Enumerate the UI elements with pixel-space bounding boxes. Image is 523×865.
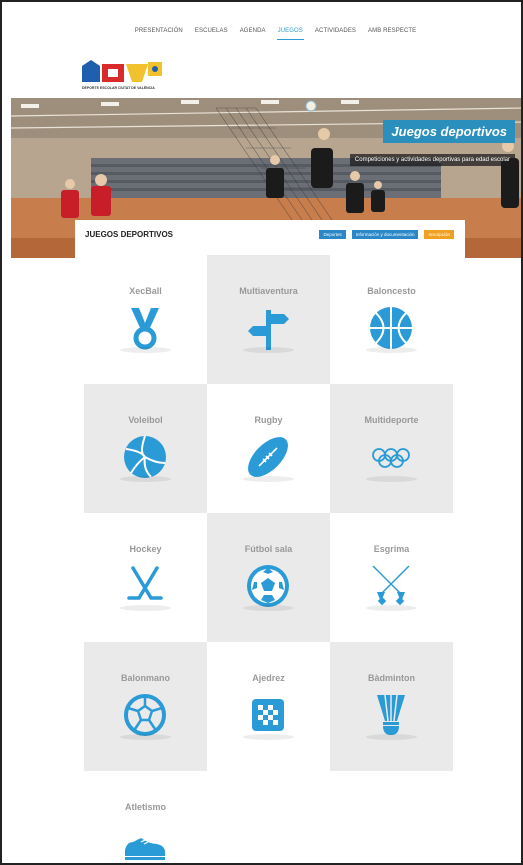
sport-label: XecBall: [129, 286, 162, 296]
sport-tile-futbol-sala[interactable]: Fútbol sala: [207, 513, 330, 642]
sport-tile-balonmano[interactable]: Balonmano: [84, 642, 207, 771]
sport-tile-esgrima[interactable]: Esgrima: [330, 513, 453, 642]
chess-board-icon: [252, 699, 284, 731]
sport-tile-hockey[interactable]: Hockey: [84, 513, 207, 642]
volleyball-icon: [124, 435, 166, 478]
hockey-sticks-icon: [127, 566, 163, 600]
logo-graphic: [82, 60, 162, 82]
nav-item-presentacion[interactable]: PRESENTACIÓN: [134, 28, 184, 40]
icon-shadow: [366, 347, 417, 353]
sport-label: Rugby: [254, 415, 283, 425]
basketball-icon: [370, 307, 412, 349]
sports-panel: JUEGOS DEPORTIVOS Deportes Información y…: [75, 220, 465, 863]
rugby-ball-icon: [248, 437, 288, 477]
sport-label: Esgrima: [373, 544, 410, 554]
handball-icon: [124, 694, 166, 736]
olympic-rings-icon: [372, 448, 410, 468]
sport-tile-xecball[interactable]: XecBall: [84, 255, 207, 384]
icon-shadow: [243, 734, 294, 740]
fencing-icon: [372, 565, 410, 606]
nav-item-actividades[interactable]: ACTIVIDADES: [314, 28, 357, 40]
sport-label: Atletismo: [124, 802, 166, 812]
section-title: JUEGOS DEPORTIVOS: [85, 230, 174, 239]
deportes-button[interactable]: Deportes: [319, 230, 346, 239]
soccer-ball-icon: [247, 565, 289, 607]
sport-tile-baloncesto[interactable]: Baloncesto: [330, 255, 453, 384]
sport-tile-voleibol[interactable]: Voleibol: [84, 384, 207, 513]
site-logo[interactable]: DEPORTE ESCOLAR CIUTAT DE VALÈNCIA: [82, 60, 162, 92]
sport-tile-ajedrez[interactable]: Ajedrez: [207, 642, 330, 771]
main-nav: PRESENTACIÓN ESCUELAS AGENDA JUEGOS ACTI…: [2, 28, 521, 40]
nav-item-escuelas[interactable]: ESCUELAS: [194, 28, 229, 40]
nav-item-amb-respecte[interactable]: AMB RESPECTE: [367, 28, 417, 40]
sport-tile-rugby[interactable]: Rugby: [207, 384, 330, 513]
icon-shadow: [120, 347, 171, 353]
sport-tile-atletismo[interactable]: Atletismo: [84, 771, 207, 863]
info-documentacion-button[interactable]: Información y documentación: [351, 230, 419, 239]
icon-shadow: [243, 476, 294, 482]
sport-label: Fútbol sala: [244, 544, 293, 554]
nav-item-agenda[interactable]: AGENDA: [239, 28, 267, 40]
sport-label: Multideporte: [364, 415, 419, 425]
icon-shadow: [120, 605, 171, 611]
hero-title: Juegos deportivos: [383, 120, 515, 143]
icon-shadow: [366, 605, 417, 611]
icon-shadow: [120, 476, 171, 482]
sport-label: Hockey: [129, 544, 162, 554]
signpost-icon: [248, 310, 289, 350]
sport-label: Ajedrez: [252, 673, 285, 683]
icon-shadow: [366, 476, 417, 482]
browser-page: PRESENTACIÓN ESCUELAS AGENDA JUEGOS ACTI…: [0, 0, 523, 865]
sport-label: Voleibol: [128, 415, 163, 425]
logo-caption: DEPORTE ESCOLAR CIUTAT DE VALÈNCIA: [82, 86, 155, 90]
shuttlecock-icon: [377, 694, 405, 735]
icon-shadow: [366, 734, 417, 740]
sport-tile-multideporte[interactable]: Multideporte: [330, 384, 453, 513]
sport-label: Balonmano: [120, 673, 170, 683]
sport-tile-multiaventura[interactable]: Multiaventura: [207, 255, 330, 384]
icon-shadow: [243, 347, 294, 353]
nav-item-juegos[interactable]: JUEGOS: [276, 28, 304, 40]
sport-label: Multiaventura: [239, 286, 298, 296]
medal-icon: [131, 308, 159, 350]
icon-shadow: [243, 605, 294, 611]
sport-label: Bàdminton: [368, 673, 415, 683]
sport-tile-badminton[interactable]: Bàdminton: [330, 642, 453, 771]
running-shoe-icon: [125, 838, 165, 860]
inscripcion-button[interactable]: Inscripción: [424, 230, 454, 239]
icon-shadow: [120, 734, 171, 740]
hero-subtitle: Competiciones y actividades deportivas p…: [349, 154, 515, 166]
sport-label: Baloncesto: [367, 286, 416, 296]
section-buttons: Deportes Información y documentación Ins…: [319, 230, 454, 239]
